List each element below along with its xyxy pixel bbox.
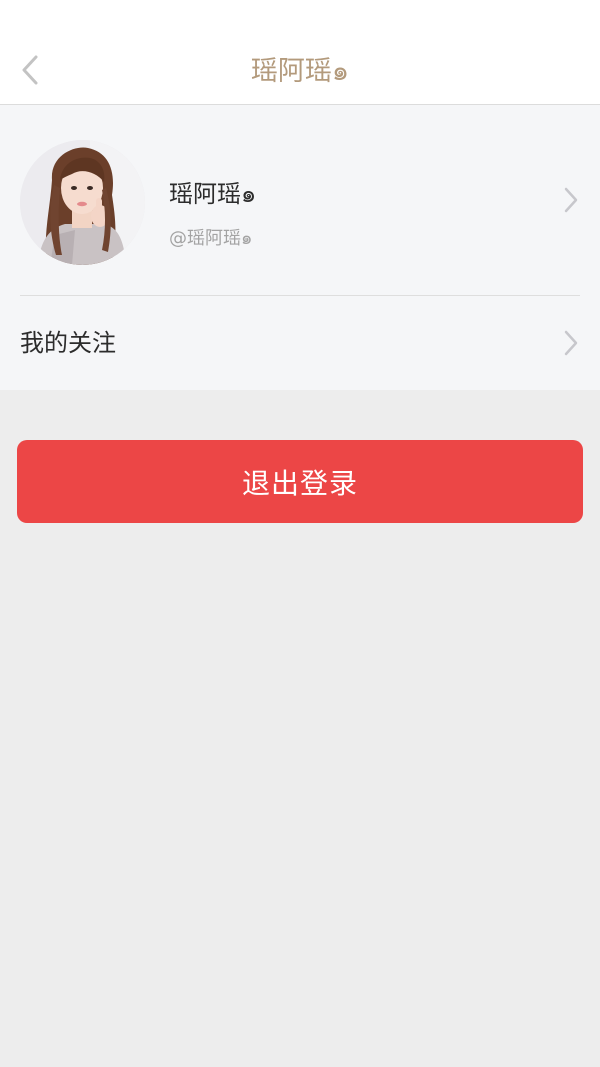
chevron-right-icon (564, 187, 578, 213)
profile-name: 瑶阿瑶๑ (169, 180, 257, 208)
profile-screen: 瑶阿瑶๑ 瑶阿瑶๑ @瑶阿瑶๑ 我的关注 退出登录 (0, 0, 600, 1067)
my-follows-label: 我的关注 (20, 329, 116, 357)
page-title: 瑶阿瑶๑ (250, 56, 350, 87)
navigation-bar: 瑶阿瑶๑ (0, 0, 600, 105)
avatar[interactable] (20, 140, 145, 265)
avatar-image (20, 140, 145, 265)
profile-handle: @瑶阿瑶๑ (169, 228, 253, 249)
chevron-right-icon (564, 330, 578, 356)
profile-card: 瑶阿瑶๑ @瑶阿瑶๑ 我的关注 (0, 105, 600, 390)
profile-row[interactable]: 瑶阿瑶๑ @瑶阿瑶๑ (0, 105, 600, 295)
my-follows-item[interactable]: 我的关注 (0, 296, 600, 390)
logout-button[interactable]: 退出登录 (17, 440, 583, 523)
